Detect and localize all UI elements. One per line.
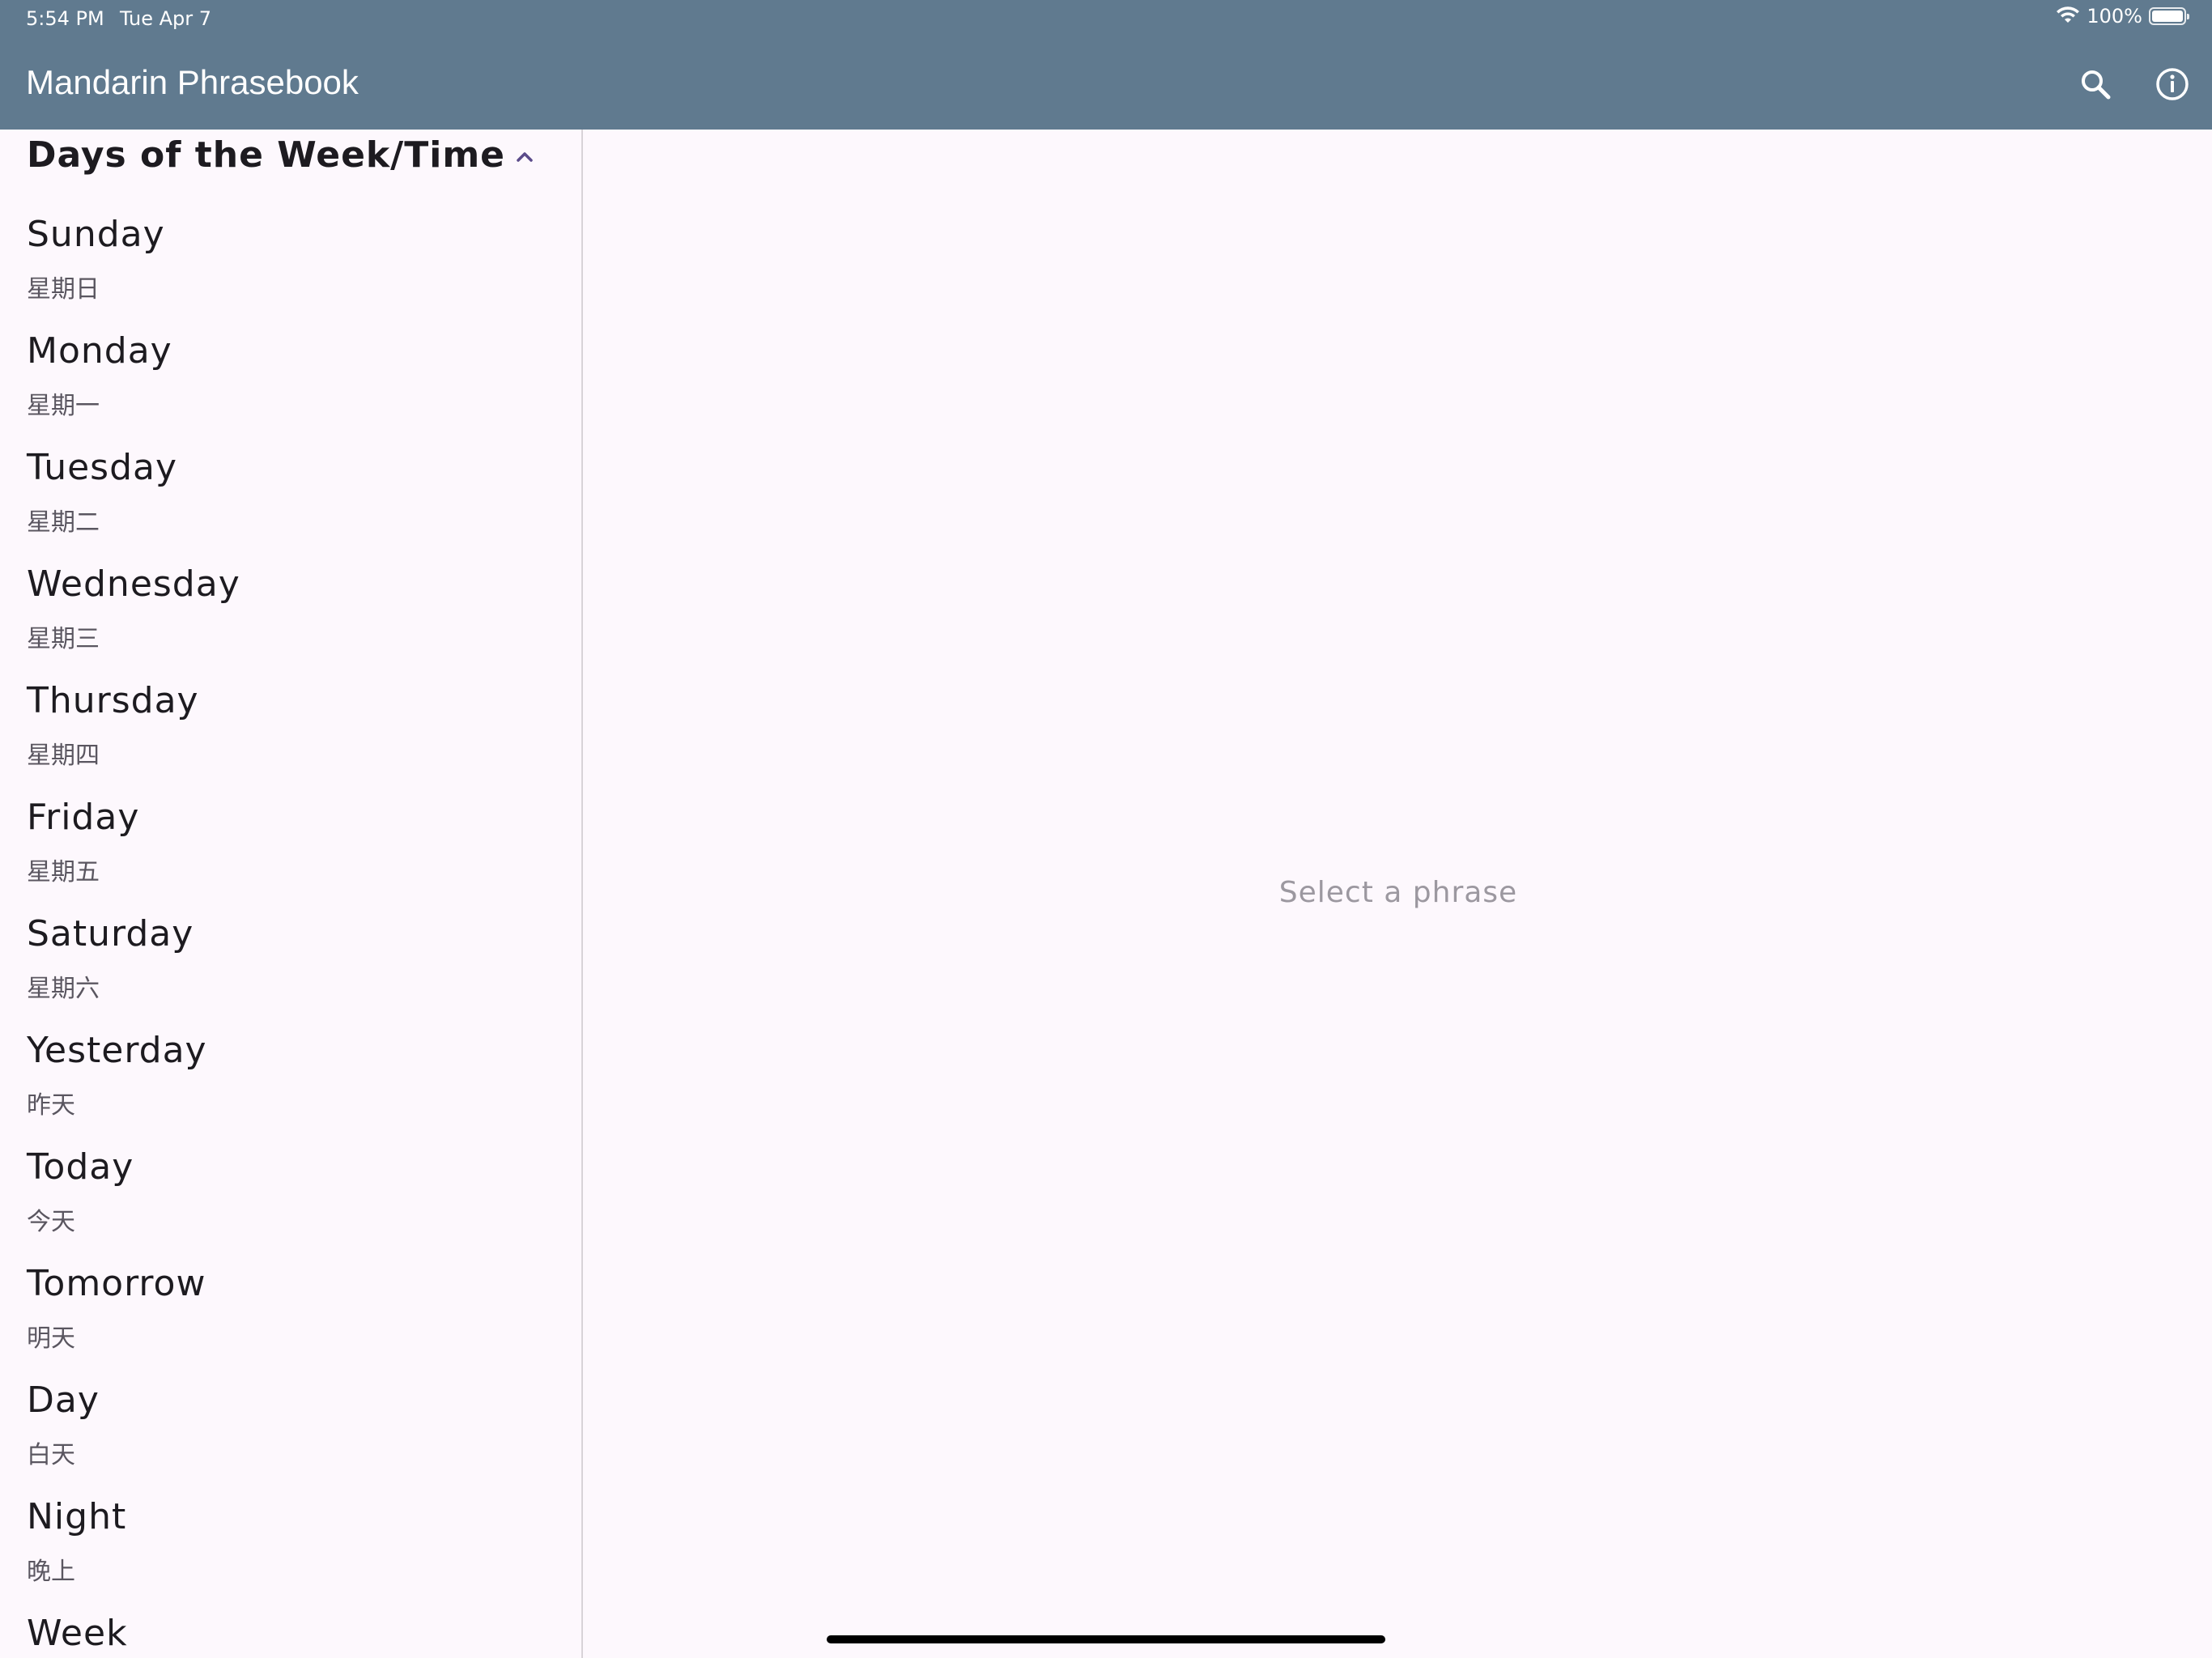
phrase-english: Thursday xyxy=(27,680,199,721)
section-header[interactable]: Days of the Week/Time xyxy=(0,130,581,181)
search-button[interactable] xyxy=(2073,62,2118,107)
list-item[interactable]: Thursday 星期四 xyxy=(0,680,581,797)
phrase-english: Wednesday xyxy=(27,563,240,605)
battery-icon xyxy=(2149,7,2189,25)
list-item[interactable]: Saturday 星期六 xyxy=(0,913,581,1030)
phrase-detail-panel: Select a phrase xyxy=(585,130,2212,1658)
phrase-chinese: 星期二 xyxy=(27,508,100,537)
phrase-chinese: 晚上 xyxy=(27,1558,75,1586)
info-icon xyxy=(2156,68,2189,100)
phrase-chinese: 星期日 xyxy=(27,275,100,304)
status-time: 5:54 PM xyxy=(26,7,104,30)
phrase-chinese: 星期一 xyxy=(27,392,100,420)
list-item[interactable]: Today 今天 xyxy=(0,1146,581,1263)
list-item[interactable]: Wednesday 星期三 xyxy=(0,563,581,680)
phrase-english: Tuesday xyxy=(27,447,178,488)
phrase-list: Sunday 星期日 Monday 星期一 Tuesday 星期二 Wednes… xyxy=(0,214,581,1658)
section-title: Days of the Week/Time xyxy=(27,134,506,176)
phrase-english: Tomorrow xyxy=(27,1263,206,1304)
phrase-chinese: 星期三 xyxy=(27,625,100,653)
list-item[interactable]: Week xyxy=(0,1613,581,1658)
list-item[interactable]: Day 白天 xyxy=(0,1380,581,1496)
phrase-chinese: 白天 xyxy=(27,1441,75,1469)
phrase-chinese: 星期五 xyxy=(27,858,100,886)
list-item[interactable]: Friday 星期五 xyxy=(0,797,581,913)
phrase-chinese: 星期四 xyxy=(27,742,100,770)
phrase-english: Yesterday xyxy=(27,1030,207,1071)
phrase-chinese: 星期六 xyxy=(27,975,100,1003)
phrase-chinese: 昨天 xyxy=(27,1091,75,1120)
battery-percentage: 100% xyxy=(2087,5,2142,28)
phrase-english: Night xyxy=(27,1496,127,1537)
list-item[interactable]: Sunday 星期日 xyxy=(0,214,581,330)
phrase-chinese: 明天 xyxy=(27,1324,75,1353)
status-bar: 5:54 PM Tue Apr 7 100% xyxy=(0,0,2212,39)
empty-state-message: Select a phrase xyxy=(1278,876,1518,909)
phrase-english: Today xyxy=(27,1146,134,1188)
status-indicators: 100% xyxy=(2056,5,2189,28)
phrase-english: Day xyxy=(27,1380,100,1421)
chevron-up-icon[interactable] xyxy=(512,144,538,170)
wifi-icon xyxy=(2056,6,2080,26)
list-item[interactable]: Monday 星期一 xyxy=(0,330,581,447)
list-item[interactable]: Tomorrow 明天 xyxy=(0,1263,581,1380)
home-indicator[interactable] xyxy=(827,1635,1385,1643)
phrase-list-panel: Days of the Week/Time Sunday 星期日 Monday … xyxy=(0,130,583,1658)
phrase-english: Week xyxy=(27,1613,128,1654)
phrase-english: Friday xyxy=(27,797,140,838)
phrase-english: Sunday xyxy=(27,214,165,255)
list-item[interactable]: Night 晚上 xyxy=(0,1496,581,1613)
list-item[interactable]: Yesterday 昨天 xyxy=(0,1030,581,1146)
app-bar: 5:54 PM Tue Apr 7 100% Mandarin Phrasebo… xyxy=(0,0,2212,130)
search-icon xyxy=(2082,70,2111,100)
info-button[interactable] xyxy=(2150,62,2195,107)
status-date: Tue Apr 7 xyxy=(120,7,212,30)
list-item[interactable]: Tuesday 星期二 xyxy=(0,447,581,563)
app-title: Mandarin Phrasebook xyxy=(26,63,359,101)
phrase-english: Saturday xyxy=(27,913,194,954)
phrase-chinese: 今天 xyxy=(27,1208,75,1236)
phrase-english: Monday xyxy=(27,330,172,372)
